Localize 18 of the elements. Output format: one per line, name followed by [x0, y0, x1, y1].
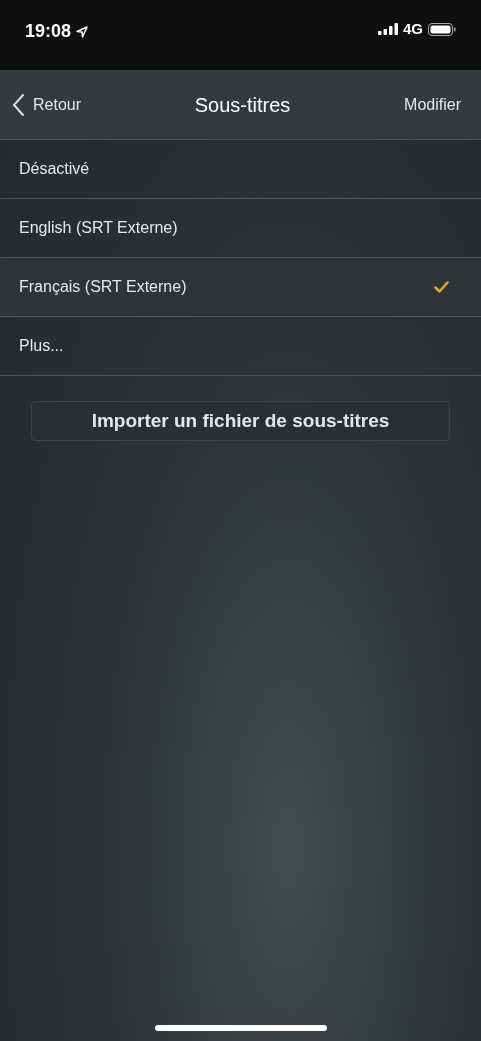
subtitle-option[interactable]: Français (SRT Externe) [0, 258, 481, 317]
chevron-left-icon [12, 92, 25, 117]
location-arrow-icon [76, 25, 89, 38]
status-time: 19:08 [25, 20, 72, 43]
signal-icon [378, 23, 398, 36]
battery-icon [428, 22, 456, 36]
subtitle-option[interactable]: Plus... [0, 317, 481, 376]
option-label: Désactivé [19, 159, 90, 179]
checkmark-icon [434, 281, 449, 293]
option-label: Plus... [19, 336, 64, 356]
option-label: Français (SRT Externe) [19, 277, 187, 297]
screen-title: Sous-titres [194, 92, 291, 118]
network-label: 4G [403, 19, 423, 39]
subtitle-option[interactable]: Désactivé [0, 140, 481, 199]
edit-button[interactable]: Modifier [404, 92, 469, 117]
back-button[interactable]: Retour [12, 92, 82, 117]
option-label: English (SRT Externe) [19, 218, 178, 238]
import-subtitles-button[interactable]: Importer un fichier de sous-titres [31, 401, 450, 441]
